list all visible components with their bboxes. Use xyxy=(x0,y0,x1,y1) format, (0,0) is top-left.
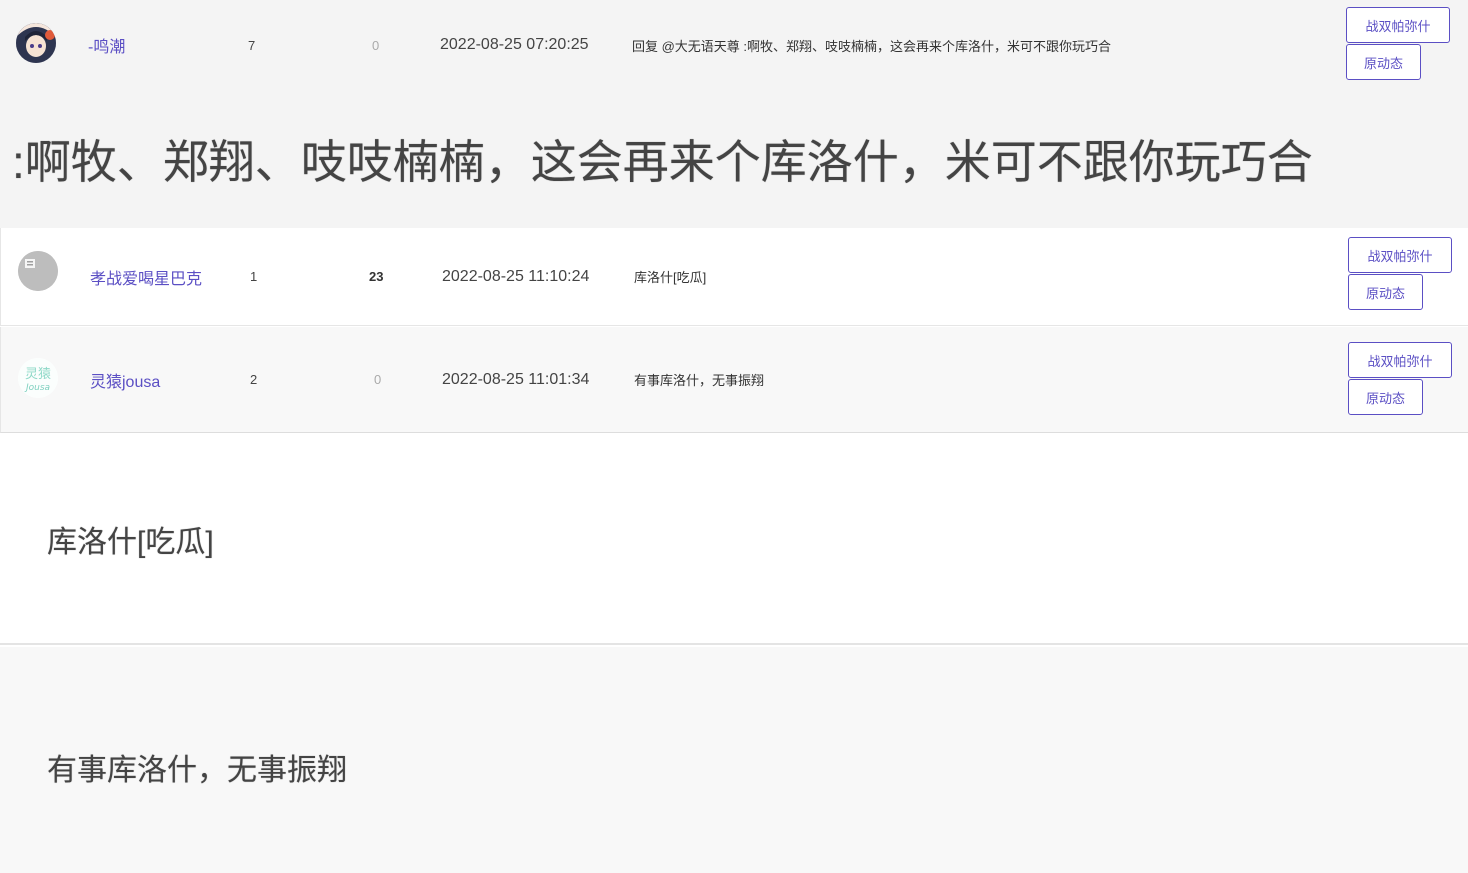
expanded-comment: 有事库洛什，无事振翔 xyxy=(0,647,1468,873)
timestamp: 2022-08-25 11:01:34 xyxy=(442,370,590,388)
avatar[interactable] xyxy=(16,23,56,63)
timestamp: 2022-08-25 11:10:24 xyxy=(442,267,590,285)
comment-content: 有事库洛什，无事振翔 xyxy=(634,373,765,388)
expanded-comment-text: :啊牧、郑翔、吱吱楠楠，这会再来个库洛什，米可不跟你玩巧合 xyxy=(12,136,1313,188)
avatar-logo-icon: 灵猿 Jousa xyxy=(18,358,58,398)
comment-content: 回复 @大无语天尊 :啊牧、郑翔、吱吱楠楠，这会再来个库洛什，米可不跟你玩巧合 xyxy=(632,38,1112,54)
svg-text:Jousa: Jousa xyxy=(24,383,50,393)
expanded-comment-text: 有事库洛什，无事振翔 xyxy=(47,754,347,787)
comment-list: -鸣潮 7 0 2022-08-25 07:20:25 回复 @大无语天尊 :啊… xyxy=(0,0,1468,873)
reply-count: 7 xyxy=(248,37,256,53)
table-row: 灵猿 Jousa 灵猿jousa 2 0 2022-08-25 11:01:34… xyxy=(0,327,1468,433)
table-row: -鸣潮 7 0 2022-08-25 07:20:25 回复 @大无语天尊 :啊… xyxy=(0,0,1468,90)
like-count: 23 xyxy=(369,269,384,284)
username-link[interactable]: 孝战爱喝星巴克 xyxy=(90,228,202,325)
avatar-anime-icon xyxy=(16,23,56,63)
table-row: 孝战爱喝星巴克 1 23 2022-08-25 11:10:24 库洛什[吃瓜]… xyxy=(0,228,1468,326)
game-tag-button[interactable]: 战双帕弥什 xyxy=(1346,7,1450,43)
game-tag-button[interactable]: 战双帕弥什 xyxy=(1348,342,1452,378)
original-post-button[interactable]: 原动态 xyxy=(1346,44,1421,80)
expanded-comment: :啊牧、郑翔、吱吱楠楠，这会再来个库洛什，米可不跟你玩巧合 xyxy=(0,90,1468,228)
original-post-button[interactable]: 原动态 xyxy=(1348,379,1423,415)
timestamp: 2022-08-25 07:20:25 xyxy=(440,36,589,53)
reply-count: 2 xyxy=(250,372,258,387)
expanded-comment-text: 库洛什[吃瓜] xyxy=(47,525,214,559)
comment-content: 库洛什[吃瓜] xyxy=(634,270,707,285)
avatar-placeholder-icon xyxy=(18,251,58,291)
like-count: 0 xyxy=(372,37,380,53)
avatar[interactable]: 灵猿 Jousa xyxy=(18,358,58,398)
username-link[interactable]: -鸣潮 xyxy=(88,0,125,90)
like-count: 0 xyxy=(374,372,382,387)
username-link[interactable]: 灵猿jousa xyxy=(90,327,160,432)
svg-text:灵猿: 灵猿 xyxy=(25,367,51,382)
original-post-button[interactable]: 原动态 xyxy=(1348,274,1423,310)
expanded-comment: 库洛什[吃瓜] xyxy=(0,434,1468,645)
avatar[interactable] xyxy=(18,251,58,291)
reply-count: 1 xyxy=(250,269,258,284)
game-tag-button[interactable]: 战双帕弥什 xyxy=(1348,237,1452,273)
